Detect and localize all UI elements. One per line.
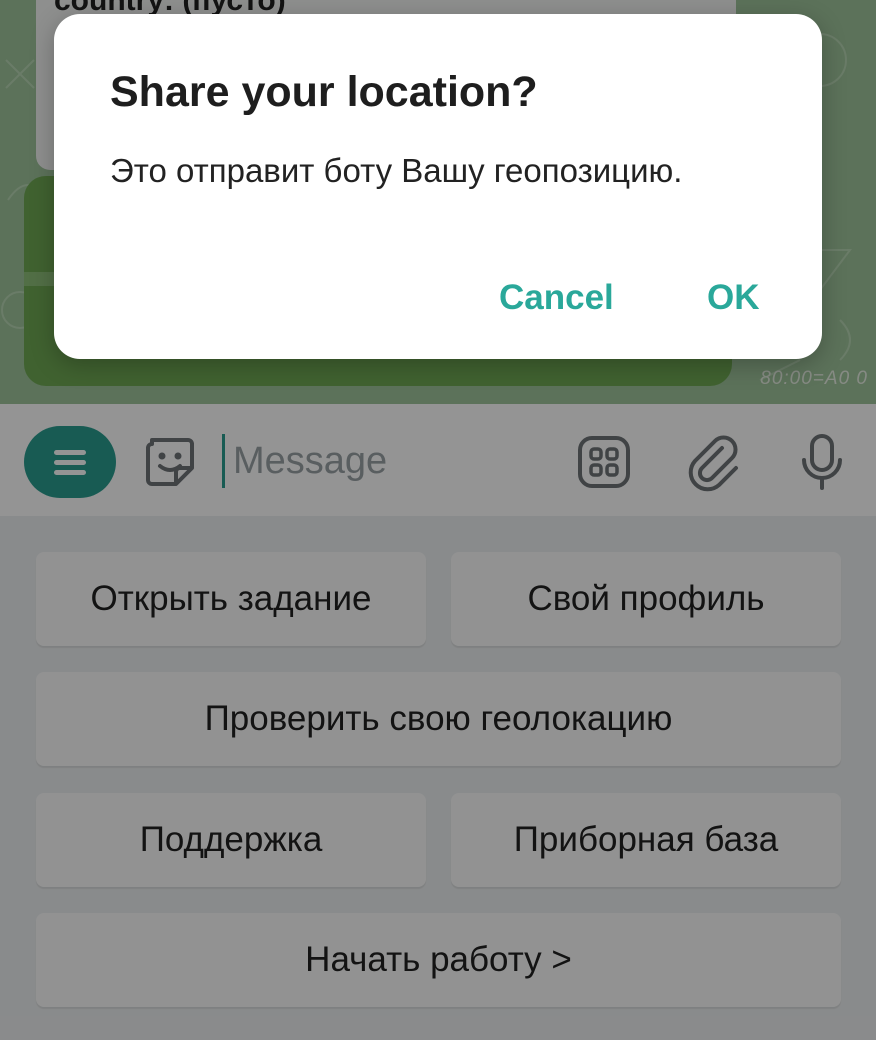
screen: country: (пусто) 80:00=A0 0 Message Откр… bbox=[0, 0, 876, 1040]
ok-button[interactable]: OK bbox=[707, 278, 760, 318]
dialog-message: Это отправит боту Вашу геопозицию. bbox=[110, 152, 683, 189]
dialog-title: Share your location? bbox=[110, 68, 538, 116]
cancel-button[interactable]: Cancel bbox=[499, 278, 614, 318]
location-dialog: Share your location? Это отправит боту В… bbox=[54, 14, 822, 359]
